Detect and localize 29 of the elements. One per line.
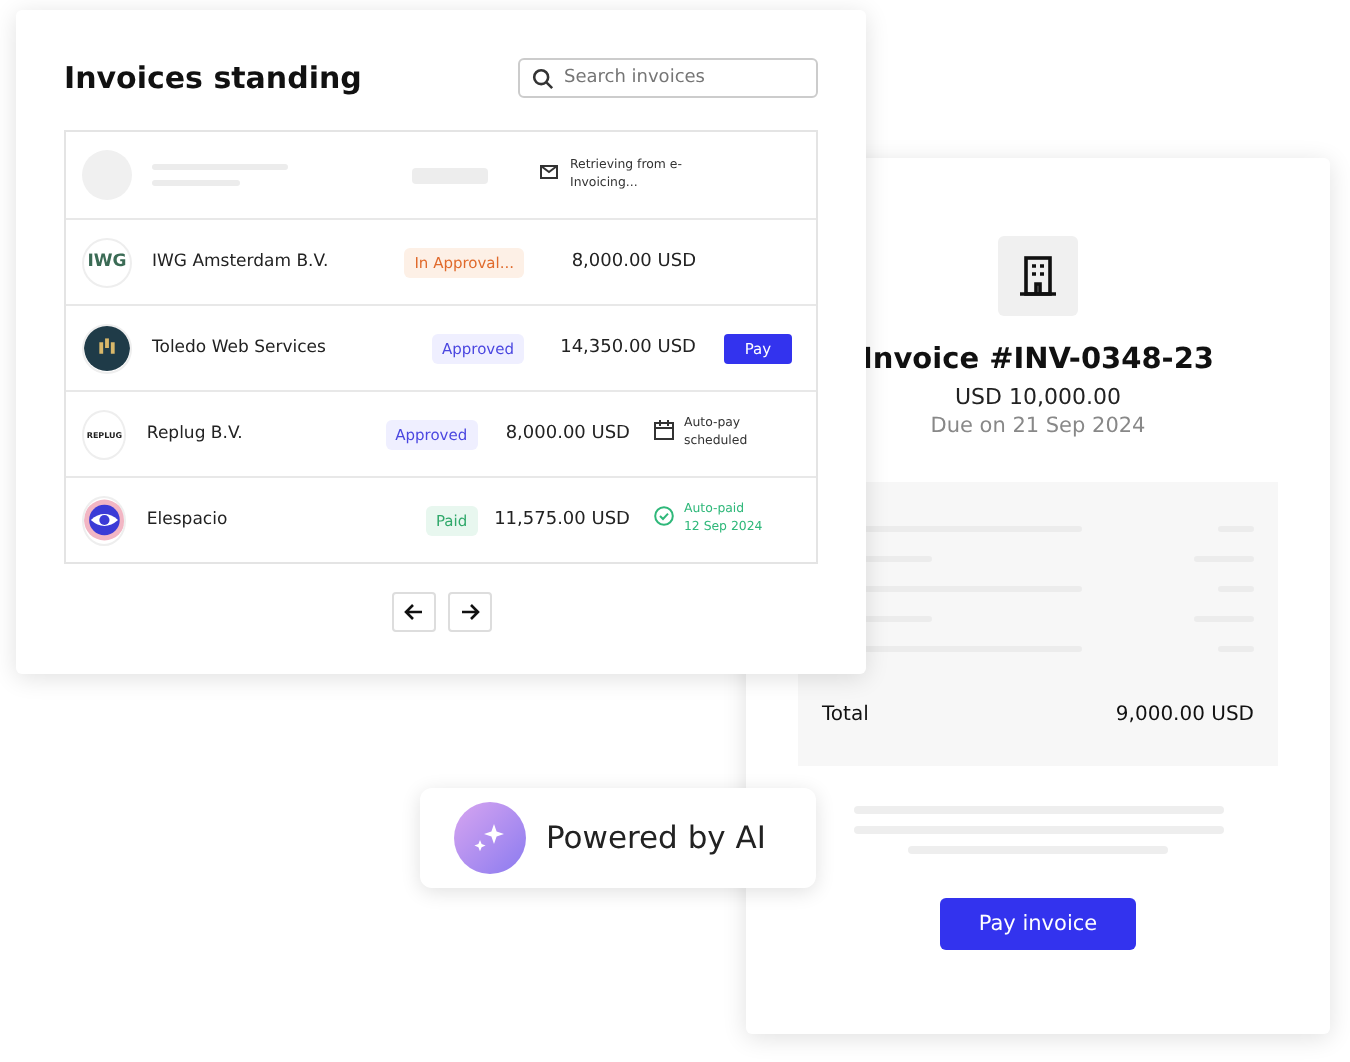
panel-title: Invoices standing bbox=[64, 60, 362, 96]
total-value: 9,000.00 USD bbox=[1115, 704, 1254, 726]
invoice-amount: 14,350.00 USD bbox=[558, 338, 696, 358]
company-name: Replug B.V. bbox=[146, 424, 245, 444]
invoice-amount: USD 10,000.00 bbox=[955, 384, 1121, 410]
next-page-button[interactable] bbox=[447, 592, 491, 632]
pay-invoice-button[interactable]: Pay invoice bbox=[940, 898, 1136, 950]
company-name: Elespacio bbox=[146, 510, 230, 530]
total-label: Total bbox=[822, 704, 869, 726]
company-name: Toledo Web Services bbox=[152, 338, 328, 358]
calendar-icon bbox=[653, 420, 674, 441]
company-name: IWG Amsterdam B.V. bbox=[152, 252, 331, 272]
sparkle-icon bbox=[454, 802, 526, 874]
company-logo bbox=[82, 495, 127, 545]
mail-icon bbox=[540, 161, 560, 180]
badge-label: Powered by AI bbox=[546, 820, 766, 856]
invoice-title: Invoice #INV-0348-23 bbox=[862, 344, 1214, 376]
arrow-right-icon bbox=[459, 602, 479, 622]
previous-page-button[interactable] bbox=[391, 592, 435, 632]
company-logo bbox=[82, 323, 132, 373]
invoice-amount: 8,000.00 USD bbox=[503, 424, 630, 444]
check-circle-icon bbox=[653, 506, 674, 527]
building-icon bbox=[998, 236, 1078, 316]
company-logo: IWG bbox=[82, 237, 132, 287]
invoice-amount: 11,575.00 USD bbox=[492, 510, 630, 530]
invoice-amount: 8,000.00 USD bbox=[569, 252, 696, 272]
arrow-left-icon bbox=[403, 602, 423, 622]
search-field[interactable]: Search invoices bbox=[518, 58, 818, 98]
due-date: Due on 21 Sep 2024 bbox=[930, 414, 1146, 438]
